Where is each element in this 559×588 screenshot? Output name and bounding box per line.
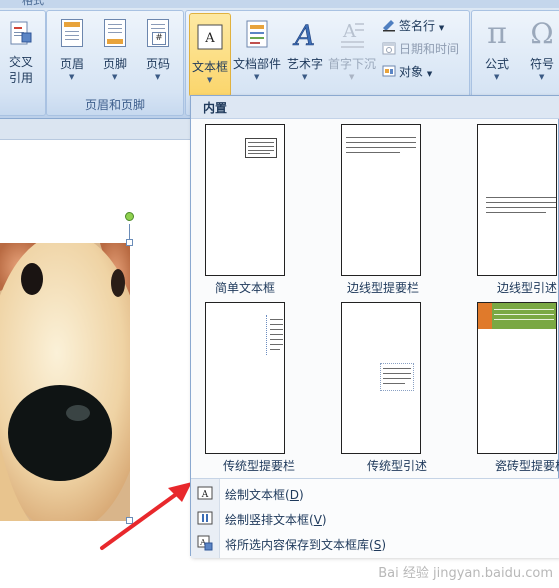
page-number-label: 页码 (145, 57, 170, 71)
page-number-button[interactable]: # 页码 ▼ (137, 11, 179, 101)
date-time-label: 日期和时间 (399, 42, 460, 56)
gallery-simple-text-box[interactable] (205, 124, 285, 276)
drop-cap-dropdown-arrow: ▼ (349, 73, 355, 81)
ruler-strip (0, 119, 190, 140)
drop-cap-icon: A (341, 21, 364, 48)
footer-label: 页脚 (102, 57, 127, 71)
ribbon-tab-fragment: 格式 (22, 0, 44, 7)
draw-text-box-item[interactable]: A 绘制文本框(D) (191, 481, 559, 505)
signature-line-button[interactable]: 签名行 ▼ (382, 17, 444, 34)
header-dropdown-arrow: ▼ (69, 73, 75, 81)
tile-orange-block (478, 303, 492, 329)
page-number-dropdown-arrow: ▼ (155, 73, 161, 81)
gallery-tile-sidebar[interactable] (477, 302, 557, 454)
gallery-edge-quote[interactable] (477, 124, 557, 276)
wordart-icon: A (292, 19, 315, 49)
draw-text-box-label: 绘制文本框(D) (225, 488, 304, 502)
svg-text:A: A (342, 21, 357, 42)
symbol-label: 符号 (529, 57, 554, 71)
gallery-label-simple-text-box: 简单文本框 (214, 281, 275, 295)
draw-text-box-icon: A (197, 486, 213, 500)
signature-line-arrow: ▼ (438, 24, 445, 32)
header-footer-group-label: 页眉和页脚 (84, 98, 145, 112)
rotate-handle-stem (129, 224, 130, 240)
object-label: 对象 (399, 65, 424, 79)
text-box-dropdown: 内置 简单文本框 边线型提要栏 边线型引述 传统型提要栏 传统型引述 瓷砖型提要… (190, 95, 559, 558)
dropdown-commands: A 绘制文本框(D) 绘制竖排文本框(V) A 将所选内容保存到文本框库(S) (191, 478, 559, 558)
date-time-icon (382, 42, 396, 55)
footer-icon (102, 19, 128, 49)
simple-text-box-frame (245, 138, 277, 158)
text-box-label: 文本框 (191, 60, 228, 74)
svg-text:A: A (292, 19, 315, 49)
draw-vertical-text-box-icon (197, 511, 213, 525)
object-icon (382, 65, 396, 77)
omega-icon: Ω (530, 17, 554, 50)
footer-dropdown-arrow: ▼ (112, 73, 118, 81)
quick-parts-dropdown-arrow: ▼ (254, 73, 260, 81)
header-icon (59, 19, 85, 49)
wordart-label: 艺术字 (286, 57, 323, 71)
resize-handle-top[interactable] (126, 239, 133, 246)
text-box-dropdown-arrow: ▼ (207, 76, 213, 84)
draw-vertical-text-box-item[interactable]: 绘制竖排文本框(V) (191, 506, 559, 530)
links-group: 交叉 引用 (0, 10, 46, 116)
built-in-header: 内置 (191, 96, 559, 119)
drop-cap-button[interactable]: A 首字下沉 ▼ (328, 11, 376, 101)
rotate-handle[interactable] (125, 212, 134, 221)
gallery-label-edge-sidebar: 边线型提要栏 (346, 281, 419, 295)
signature-line-label: 签名行 (399, 19, 436, 33)
draw-vertical-text-box-label: 绘制竖排文本框(V) (225, 513, 327, 527)
quick-parts-icon (246, 20, 268, 48)
gallery-label-tile-sidebar: 瓷砖型提要栏 (495, 459, 559, 473)
date-time-button[interactable]: 日期和时间 (382, 40, 459, 57)
wordart-button[interactable]: A 艺术字 ▼ (283, 11, 327, 101)
save-selection-to-gallery-label: 将所选内容保存到文本框库(S) (225, 538, 386, 552)
equation-button[interactable]: π 公式 ▼ (475, 11, 519, 101)
page-number-icon: # (145, 19, 171, 49)
header-footer-group: 页眉 ▼ 页脚 ▼ # 页码 ▼ 页眉和页脚 (46, 10, 184, 116)
text-box-button[interactable]: A 文本框 ▼ (189, 13, 231, 97)
ribbon-tab-strip: 格式 (0, 0, 559, 8)
built-in-header-label: 内置 (203, 101, 228, 115)
gallery-classic-sidebar[interactable] (205, 302, 285, 454)
cross-reference-icon (10, 21, 32, 45)
text-box-icon: A (197, 24, 223, 50)
svg-text:A: A (204, 31, 215, 46)
object-button[interactable]: 对象 ▼ (382, 63, 432, 80)
save-to-gallery-icon: A (197, 535, 213, 551)
symbol-dropdown-arrow: ▼ (539, 73, 545, 81)
save-selection-to-gallery-item[interactable]: A 将所选内容保存到文本框库(S) (191, 531, 559, 555)
tile-green-block (492, 303, 556, 329)
gallery-edge-sidebar[interactable] (341, 124, 421, 276)
signature-line-icon (383, 20, 395, 32)
classic-sidebar-frame (266, 315, 283, 355)
drop-cap-label: 首字下沉 (328, 57, 377, 71)
pi-icon: π (487, 16, 507, 51)
classic-quote-frame (380, 363, 414, 391)
header-label: 页眉 (59, 57, 84, 71)
object-arrow: ▼ (426, 70, 433, 78)
cross-reference-button[interactable]: 交叉 引用 (0, 11, 45, 101)
gallery-label-edge-quote: 边线型引述 (497, 281, 558, 295)
header-button[interactable]: 页眉 ▼ (51, 11, 93, 101)
quick-parts-button[interactable]: 文档部件 ▼ (232, 11, 282, 101)
quick-parts-label: 文档部件 (232, 57, 281, 71)
red-arrow-annotation (100, 482, 192, 550)
gallery-classic-quote[interactable] (341, 302, 421, 454)
gallery-label-classic-quote: 传统型引述 (367, 459, 428, 473)
watermark: Bai 经验 jingyan.baidu.com (378, 566, 553, 581)
wordart-dropdown-arrow: ▼ (302, 73, 308, 81)
equation-label: 公式 (484, 57, 509, 71)
footer-button[interactable]: 页脚 ▼ (94, 11, 136, 101)
equation-dropdown-arrow: ▼ (494, 73, 500, 81)
cross-reference-label-2: 引用 (8, 71, 33, 85)
cross-reference-label-1: 交叉 (8, 55, 33, 69)
svg-text:A: A (201, 490, 209, 500)
gallery-label-classic-sidebar: 传统型提要栏 (223, 459, 296, 473)
symbol-button[interactable]: Ω 符号 ▼ (520, 11, 559, 101)
